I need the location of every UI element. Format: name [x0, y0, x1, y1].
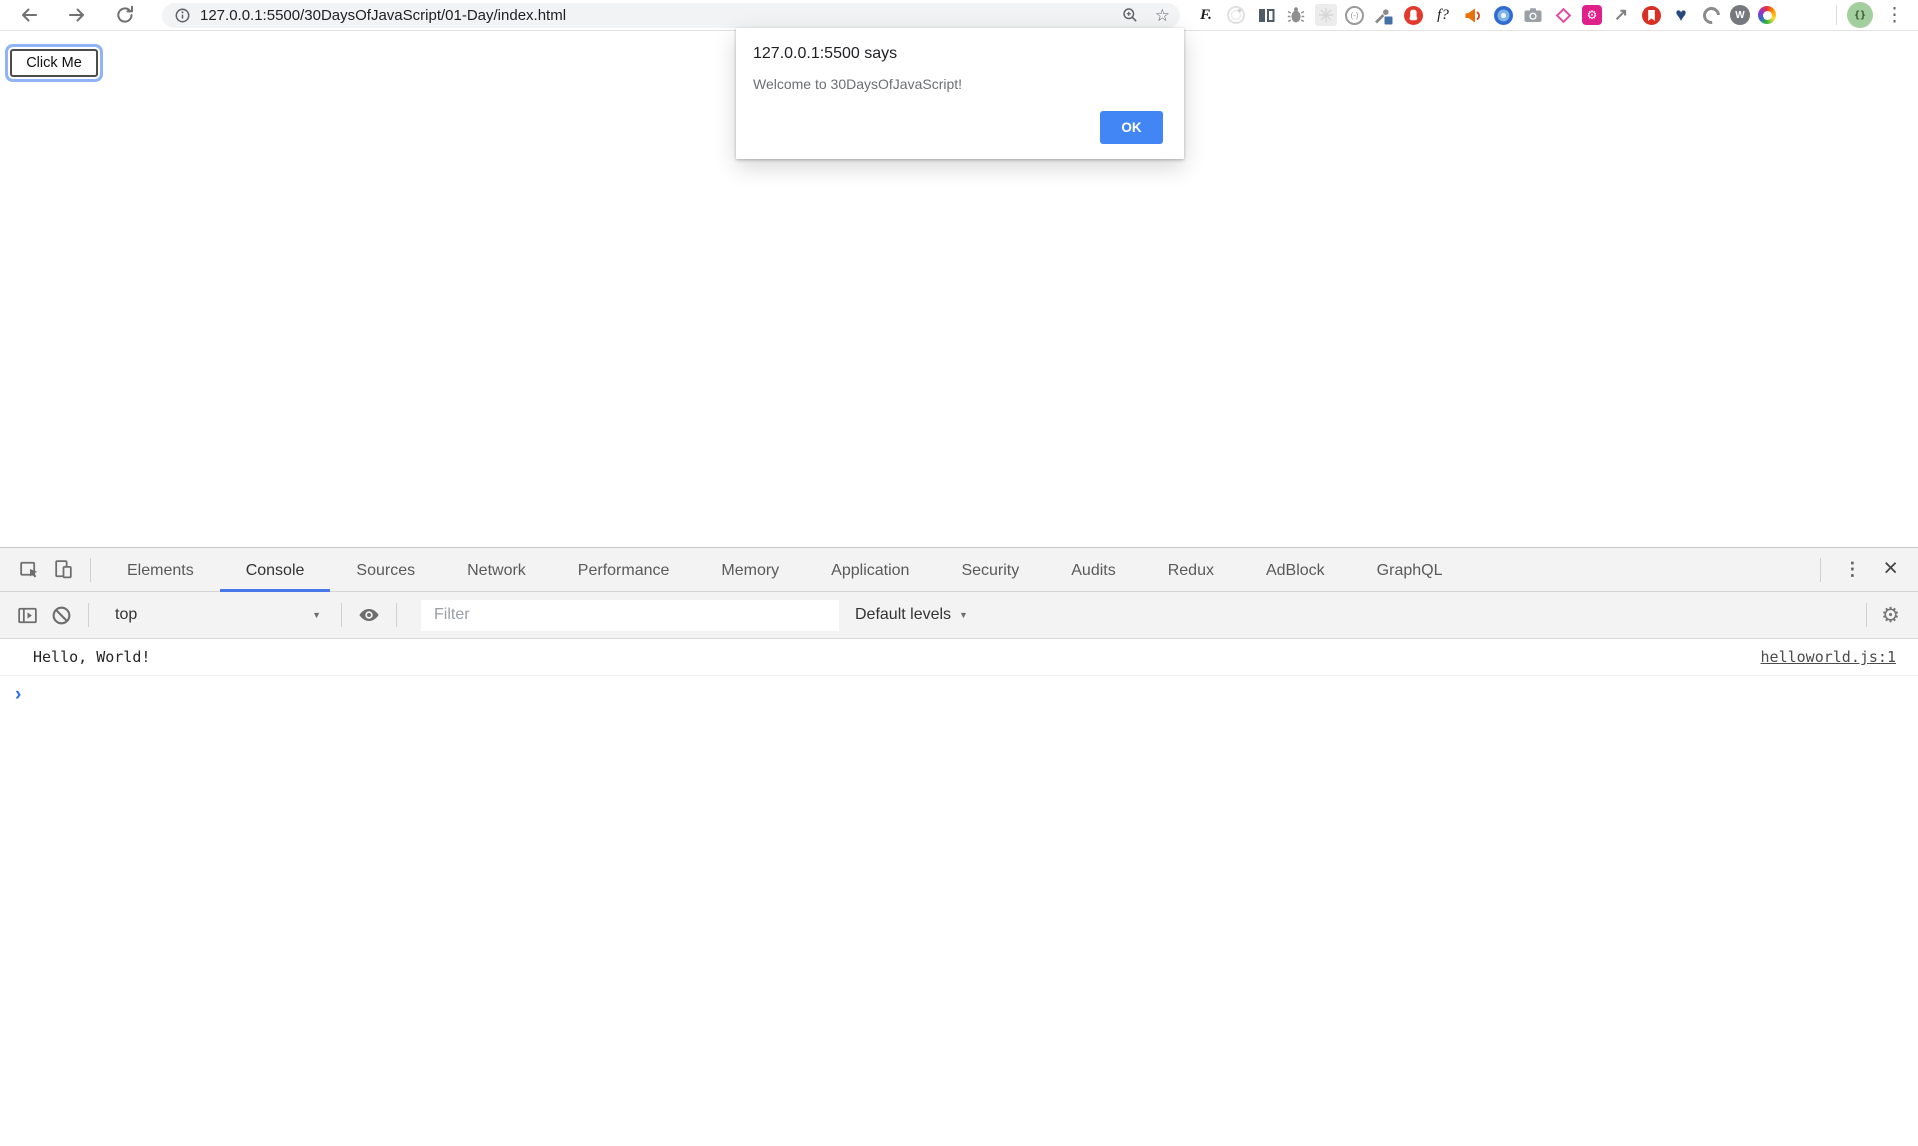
tab-graphql[interactable]: GraphQL [1351, 548, 1469, 592]
browser-toolbar: 127.0.0.1:5500/30DaysOfJavaScript/01-Day… [0, 0, 1918, 31]
tab-audits[interactable]: Audits [1045, 548, 1141, 592]
extension-bookmark-icon[interactable] [1640, 4, 1662, 26]
tab-network[interactable]: Network [441, 548, 552, 592]
filter-input[interactable] [421, 600, 839, 631]
reload-icon[interactable] [114, 4, 136, 26]
extension-stop-hand-icon[interactable] [1402, 4, 1424, 26]
tab-sources[interactable]: Sources [330, 548, 441, 592]
url-text: 127.0.0.1:5500/30DaysOfJavaScript/01-Day… [200, 7, 1105, 24]
device-toolbar-icon[interactable] [46, 553, 80, 587]
extension-panels-icon[interactable] [1255, 4, 1277, 26]
separator [90, 558, 91, 582]
console-output: Hello, World! helloworld.js:1 › [0, 639, 1918, 713]
extension-graphql-icon[interactable] [1552, 4, 1574, 26]
devtools-menu-icon[interactable]: ⋮ [1831, 559, 1873, 580]
tab-elements[interactable]: Elements [101, 548, 220, 592]
tab-application[interactable]: Application [805, 548, 935, 592]
ok-button[interactable]: OK [1100, 111, 1163, 144]
extension-eyedropper-icon[interactable] [1372, 4, 1394, 26]
tab-redux[interactable]: Redux [1142, 548, 1240, 592]
chevron-down-icon: ▼ [312, 610, 321, 620]
extension-atom-icon[interactable] [1315, 4, 1337, 26]
separator [88, 603, 89, 627]
extension-orbit-icon[interactable] [1225, 4, 1247, 26]
zoom-icon[interactable] [1121, 6, 1139, 24]
browser-menu-icon[interactable]: ⋮ [1885, 6, 1904, 25]
separator [1866, 603, 1867, 627]
devtools-panel: Elements Console Sources Network Perform… [0, 547, 1918, 1146]
extension-swirl-icon[interactable] [1492, 4, 1514, 26]
prompt-chevron-icon: › [15, 685, 21, 704]
separator [341, 603, 342, 627]
extensions-area: F. (-) f? ⚙ ↗ [1195, 4, 1776, 26]
bookmark-star-icon[interactable]: ☆ [1155, 7, 1170, 24]
tab-adblock[interactable]: AdBlock [1240, 548, 1351, 592]
tab-security[interactable]: Security [935, 548, 1045, 592]
console-message: Hello, World! helloworld.js:1 [0, 639, 1918, 676]
devtools-close-icon[interactable]: × [1873, 556, 1904, 583]
chevron-down-icon: ▼ [959, 610, 968, 620]
separator [1820, 558, 1821, 582]
extension-pink-gear-icon[interactable]: ⚙ [1582, 5, 1602, 25]
extension-camera-icon[interactable] [1522, 4, 1544, 26]
extension-arrow-icon[interactable]: ↗ [1610, 4, 1632, 26]
extension-color-ring-icon[interactable] [1758, 6, 1776, 24]
extension-w-circle-icon[interactable]: W [1730, 5, 1750, 25]
address-bar[interactable]: 127.0.0.1:5500/30DaysOfJavaScript/01-Day… [162, 3, 1180, 28]
forward-icon[interactable] [66, 4, 88, 26]
extension-f-question-icon[interactable]: f? [1432, 4, 1454, 26]
console-message-text: Hello, World! [0, 648, 150, 666]
tab-memory[interactable]: Memory [695, 548, 805, 592]
site-info-icon[interactable] [174, 7, 191, 24]
extension-whatfont-icon[interactable]: F. [1195, 4, 1217, 26]
source-link[interactable]: helloworld.js:1 [1761, 648, 1918, 666]
log-levels-dropdown[interactable]: Default levels ▼ [855, 606, 968, 624]
extension-parens-icon[interactable]: (-) [1345, 6, 1364, 25]
extension-heart-search-icon[interactable]: ♥ [1670, 4, 1692, 26]
extension-megaphone-icon[interactable] [1462, 4, 1484, 26]
console-toolbar: top ▼ Default levels ▼ ⚙ [0, 592, 1918, 639]
extension-bug-icon[interactable] [1285, 4, 1307, 26]
back-icon[interactable] [18, 4, 40, 26]
log-levels-value: Default levels [855, 606, 951, 624]
console-prompt[interactable]: › [0, 676, 1918, 713]
context-selector-value: top [115, 606, 137, 624]
devtools-tabbar: Elements Console Sources Network Perform… [0, 548, 1918, 592]
settings-gear-icon[interactable]: ⚙ [1877, 605, 1904, 626]
toolbar-separator [1836, 5, 1837, 25]
tab-console[interactable]: Console [220, 548, 331, 592]
live-expression-eye-icon[interactable] [352, 598, 386, 632]
click-me-button[interactable]: Click Me [10, 49, 98, 77]
dialog-message: Welcome to 30DaysOfJavaScript! [753, 76, 962, 92]
alert-dialog: 127.0.0.1:5500 says Welcome to 30DaysOfJ… [736, 28, 1184, 159]
inspect-icon[interactable] [12, 553, 46, 587]
context-selector[interactable]: top ▼ [99, 606, 331, 624]
profile-avatar[interactable]: {} [1847, 2, 1873, 28]
separator [396, 603, 397, 627]
extension-g-circle-icon[interactable] [1700, 4, 1722, 26]
clear-console-icon[interactable] [44, 598, 78, 632]
tab-performance[interactable]: Performance [552, 548, 696, 592]
dialog-title: 127.0.0.1:5500 says [753, 45, 897, 63]
console-sidebar-icon[interactable] [10, 598, 44, 632]
